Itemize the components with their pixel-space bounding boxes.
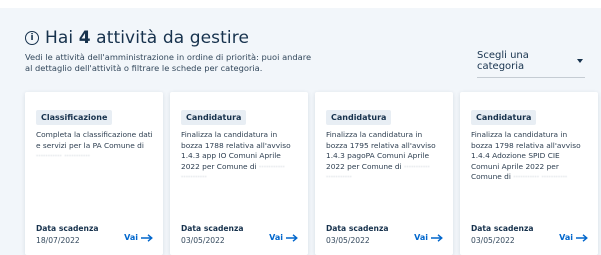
activity-card: Candidatura Finalizza la candidatura in … xyxy=(315,92,453,255)
deadline-label: Data scadenza xyxy=(326,224,389,233)
activity-description: Finalizza la candidatura in bozza 1795 r… xyxy=(326,130,444,183)
activity-description: Finalizza la candidatura in bozza 1798 r… xyxy=(471,130,589,183)
deadline-value: 03/05/2022 xyxy=(326,236,370,245)
go-link[interactable]: Vai xyxy=(269,233,298,242)
category-badge: Candidatura xyxy=(181,110,247,125)
go-link-label: Vai xyxy=(269,233,283,242)
arrow-right-icon xyxy=(141,233,153,242)
title-row: i Hai 4 attività da gestire xyxy=(25,28,585,48)
description-text: Completa la classificazione dati e servi… xyxy=(36,130,153,150)
arrow-right-icon xyxy=(431,233,443,242)
deadline-value: 03/05/2022 xyxy=(471,236,515,245)
category-badge: Classificazione xyxy=(36,110,113,125)
category-select[interactable]: Scegli una categoria xyxy=(477,50,585,78)
description-redacted: ··········· ··········· xyxy=(513,172,568,181)
activity-card: Candidatura Finalizza la candidatura in … xyxy=(460,92,598,255)
go-link-label: Vai xyxy=(414,233,428,242)
top-strip xyxy=(0,0,601,8)
activity-count: 4 xyxy=(78,28,91,48)
arrow-right-icon xyxy=(576,233,588,242)
go-link[interactable]: Vai xyxy=(414,233,443,242)
activity-description: Completa la classificazione dati e servi… xyxy=(36,130,154,162)
arrow-right-icon xyxy=(286,233,298,242)
page-subtitle: Vedi le attività dell'amministrazione in… xyxy=(25,52,312,73)
page-title: Hai 4 attività da gestire xyxy=(45,28,249,48)
activity-card: Candidatura Finalizza la candidatura in … xyxy=(170,92,308,255)
description-redacted: ··········· ··········· xyxy=(36,151,91,160)
deadline-label: Data scadenza xyxy=(181,224,244,233)
info-icon: i xyxy=(25,31,39,45)
title-suffix: attività da gestire xyxy=(90,28,250,48)
deadline-label: Data scadenza xyxy=(36,224,99,233)
deadline-value: 18/07/2022 xyxy=(36,236,80,245)
activity-description: Finalizza la candidatura in bozza 1788 r… xyxy=(181,130,299,183)
category-select-label: Scegli una categoria xyxy=(477,50,529,72)
chevron-down-icon xyxy=(577,59,583,63)
category-badge: Candidatura xyxy=(326,110,392,125)
activity-cards: Classificazione Completa la classificazi… xyxy=(25,92,601,255)
category-badge: Candidatura xyxy=(471,110,537,125)
title-prefix: Hai xyxy=(45,28,79,48)
activity-card: Classificazione Completa la classificazi… xyxy=(25,92,163,255)
go-link[interactable]: Vai xyxy=(124,233,153,242)
deadline-label: Data scadenza xyxy=(471,224,534,233)
go-link[interactable]: Vai xyxy=(559,233,588,242)
go-link-label: Vai xyxy=(124,233,138,242)
deadline-value: 03/05/2022 xyxy=(181,236,225,245)
go-link-label: Vai xyxy=(559,233,573,242)
